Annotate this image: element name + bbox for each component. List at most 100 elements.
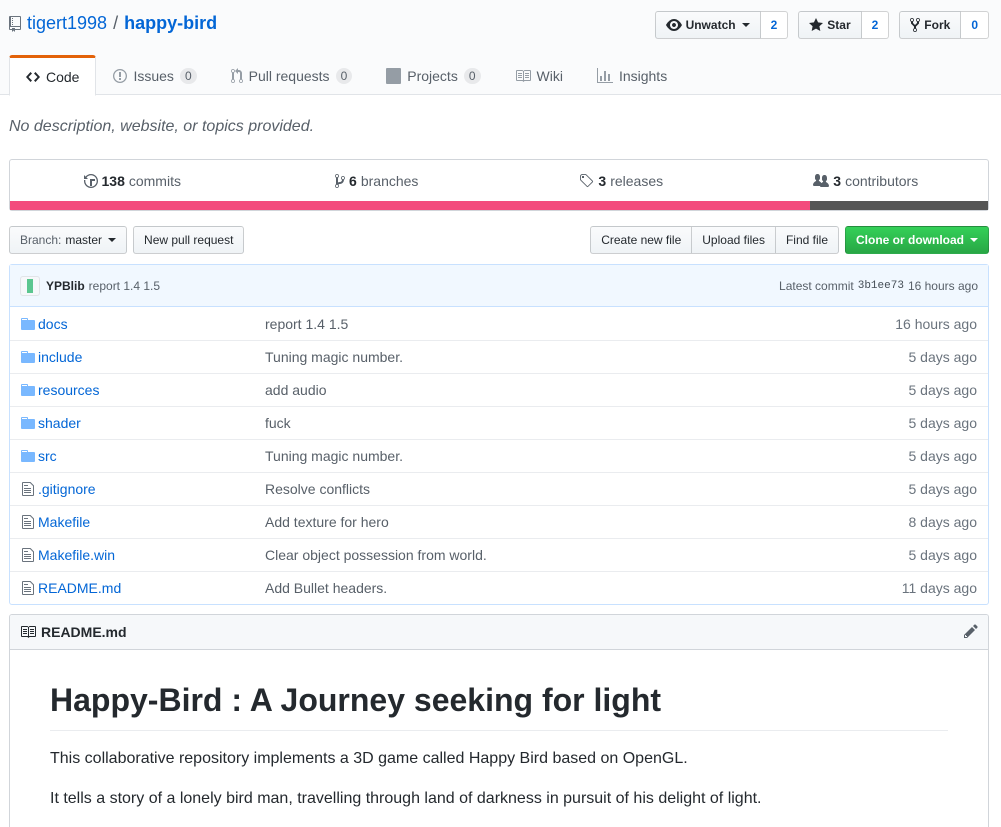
- star-label: Star: [827, 18, 851, 32]
- fork-group: Fork 0: [899, 11, 989, 39]
- tab-wiki[interactable]: Wiki: [498, 55, 580, 95]
- repo-owner-link[interactable]: tigert1998: [27, 13, 107, 34]
- folder-icon: [21, 417, 35, 429]
- file-commit-message[interactable]: report 1.4 1.5: [265, 316, 348, 332]
- unwatch-button[interactable]: Unwatch: [654, 11, 761, 39]
- commits-count: 138: [101, 173, 125, 189]
- find-file-button[interactable]: Find file: [774, 226, 839, 254]
- people-icon: [813, 174, 830, 187]
- repo-summary: 138 commits 6 branches 3 releases 3 cont…: [9, 159, 989, 211]
- table-row: Makefile Add texture for hero 8 days ago: [10, 505, 988, 538]
- stargazers-count[interactable]: 2: [861, 11, 890, 39]
- clone-or-download-button[interactable]: Clone or download: [845, 226, 989, 254]
- file-commit-message[interactable]: Tuning magic number.: [265, 448, 403, 464]
- fork-button[interactable]: Fork: [899, 11, 962, 39]
- file-name-link[interactable]: Makefile.win: [38, 547, 115, 563]
- contributors-link[interactable]: 3 contributors: [744, 173, 989, 189]
- commit-sha[interactable]: 3b1ee73: [858, 280, 904, 292]
- upload-files-button[interactable]: Upload files: [691, 226, 776, 254]
- file-name-link[interactable]: src: [38, 448, 57, 464]
- file-icon: [22, 515, 34, 529]
- branch-select-button[interactable]: Branch: master: [9, 226, 128, 254]
- folder-icon: [21, 351, 35, 363]
- code-icon: [26, 71, 40, 82]
- issue-icon: [113, 69, 128, 83]
- file-commit-message[interactable]: Tuning magic number.: [265, 349, 403, 365]
- tab-issues[interactable]: Issues 0: [96, 55, 213, 95]
- branch-name: master: [65, 233, 103, 247]
- file-commit-message[interactable]: Add texture for hero: [265, 514, 389, 530]
- file-table: YPBlib report 1.4 1.5 Latest commit 3b1e…: [9, 264, 989, 605]
- file-age: 8 days ago: [908, 514, 978, 530]
- star-icon: [809, 18, 824, 31]
- readme-filename: README.md: [41, 624, 127, 640]
- star-button[interactable]: Star: [798, 11, 862, 39]
- file-name-link[interactable]: include: [38, 349, 82, 365]
- repo-name-link[interactable]: happy-bird: [124, 13, 217, 34]
- file-name-link[interactable]: resources: [38, 382, 99, 398]
- chevron-down-icon: [970, 238, 978, 242]
- repo-icon: [9, 15, 21, 32]
- table-row: resources add audio 5 days ago: [10, 373, 988, 406]
- file-age: 5 days ago: [908, 481, 978, 497]
- file-name-link[interactable]: docs: [38, 316, 68, 332]
- file-name-link[interactable]: README.md: [38, 580, 121, 596]
- readme-heading: Happy-Bird : A Journey seeking for light: [50, 680, 948, 731]
- branches-link[interactable]: 6 branches: [255, 173, 500, 189]
- file-icon: [22, 482, 34, 496]
- table-row: README.md Add Bullet headers. 11 days ago: [10, 571, 988, 604]
- file-age: 5 days ago: [908, 415, 978, 431]
- issues-counter: 0: [179, 68, 197, 84]
- tab-pull-requests[interactable]: Pull requests 0: [214, 55, 370, 95]
- avatar[interactable]: [20, 275, 40, 296]
- contributors-count: 3: [833, 173, 842, 189]
- table-row: Makefile.win Clear object possession from…: [10, 538, 988, 571]
- commits-label: commits: [128, 173, 181, 189]
- language-bar[interactable]: [10, 201, 988, 210]
- tab-insights[interactable]: Insights: [580, 55, 684, 95]
- file-type-icon: [10, 349, 38, 365]
- file-commit-message[interactable]: add audio: [265, 382, 327, 398]
- file-commit-message[interactable]: Clear object possession from world.: [265, 547, 487, 563]
- tab-projects[interactable]: Projects 0: [369, 55, 497, 95]
- file-type-icon: [10, 382, 38, 398]
- file-commit-message[interactable]: fuck: [265, 415, 291, 431]
- file-navigation: Branch: master New pull request Create n…: [9, 226, 989, 254]
- file-commit-message[interactable]: Add Bullet headers.: [265, 580, 387, 596]
- graph-icon: [596, 68, 613, 83]
- file-name-link[interactable]: Makefile: [38, 514, 90, 530]
- chevron-down-icon: [108, 238, 117, 242]
- commits-link[interactable]: 138 commits: [10, 173, 255, 189]
- tab-wiki-label: Wiki: [536, 68, 563, 84]
- pull-requests-counter: 0: [335, 68, 353, 84]
- tab-insights-label: Insights: [618, 68, 668, 84]
- file-name-link[interactable]: shader: [38, 415, 81, 431]
- file-age: 11 days ago: [901, 580, 977, 596]
- repo-header: tigert1998 / happy-bird Unwatch 2 Star 2…: [0, 0, 1001, 96]
- edit-readme-button[interactable]: [964, 623, 978, 642]
- file-icon: [22, 581, 34, 595]
- file-name-link[interactable]: .gitignore: [38, 481, 96, 497]
- new-pull-request-button[interactable]: New pull request: [133, 226, 245, 254]
- releases-link[interactable]: 3 releases: [499, 173, 744, 189]
- book-icon: [515, 70, 531, 82]
- tab-code[interactable]: Code: [9, 55, 97, 96]
- commit-author[interactable]: YPBlib: [46, 279, 85, 293]
- table-row: src Tuning magic number. 5 days ago: [10, 439, 988, 472]
- create-new-file-button[interactable]: Create new file: [590, 226, 693, 254]
- commit-tease: YPBlib report 1.4 1.5 Latest commit 3b1e…: [10, 265, 988, 307]
- table-row: .gitignore Resolve conflicts 5 days ago: [10, 472, 988, 505]
- table-row: shader fuck 5 days ago: [10, 406, 988, 439]
- history-icon: [83, 174, 98, 188]
- tag-icon: [580, 174, 594, 188]
- forks-count[interactable]: 0: [961, 11, 989, 39]
- file-type-icon: [10, 514, 38, 530]
- file-type-icon: [10, 481, 38, 497]
- projects-counter: 0: [463, 68, 481, 84]
- unwatch-label: Unwatch: [685, 18, 736, 32]
- commit-message[interactable]: report 1.4 1.5: [89, 279, 160, 293]
- file-commit-message[interactable]: Resolve conflicts: [265, 481, 370, 497]
- file-type-icon: [10, 448, 38, 464]
- watchers-count[interactable]: 2: [760, 11, 789, 39]
- repo-separator: /: [113, 13, 119, 33]
